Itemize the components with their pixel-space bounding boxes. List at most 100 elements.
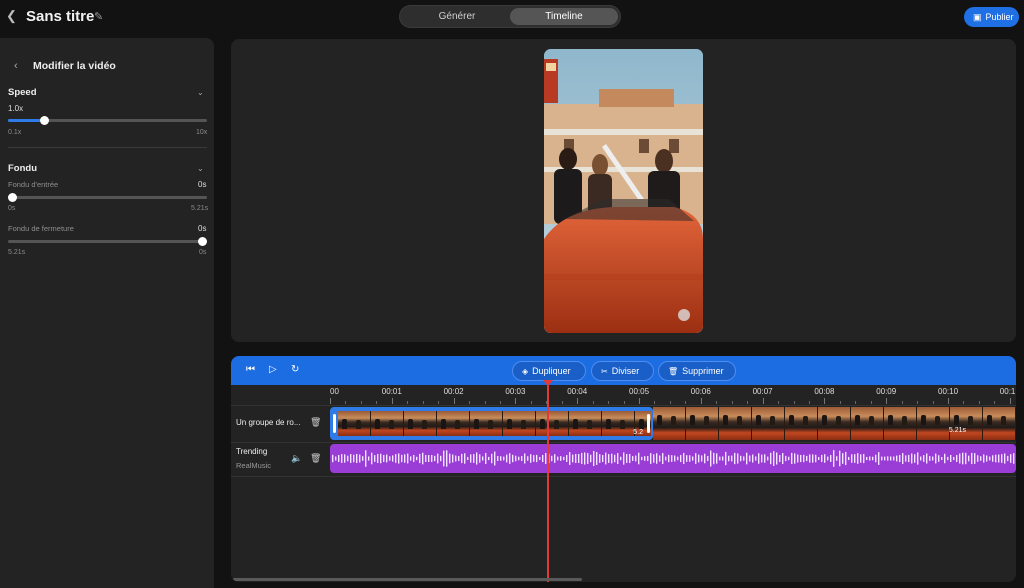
waveform-bar [821, 454, 823, 463]
video-track[interactable]: 5.2 5.21s [330, 407, 1016, 440]
waveform-bar [650, 453, 652, 464]
chevron-down-icon[interactable]: ⌄ [197, 164, 204, 173]
loop-icon[interactable]: ↻ [291, 364, 299, 375]
waveform-bar [542, 454, 544, 463]
waveform-bar [854, 454, 856, 463]
clip-thumbnail [536, 411, 569, 436]
waveform-bar [602, 455, 604, 462]
waveform-bar [608, 454, 610, 463]
ruler-tick [669, 401, 671, 404]
skip-back-icon[interactable]: ⏮ [246, 364, 255, 375]
duplicate-button[interactable]: ◈ Dupliquer [512, 361, 586, 381]
timeline-scrollbar[interactable] [233, 578, 582, 581]
fade-in-slider[interactable] [8, 193, 207, 202]
trim-handle-right[interactable] [647, 414, 650, 433]
waveform-bar [857, 453, 859, 464]
project-title[interactable]: Sans titre [26, 8, 94, 25]
clip-thumbnail [470, 411, 503, 436]
waveform-bar [734, 452, 736, 465]
waveform-bar [887, 456, 889, 461]
divider [8, 147, 207, 148]
waveform-bar [689, 455, 691, 462]
clip-thumbnail [818, 407, 851, 440]
back-arrow-icon[interactable]: ❮ [6, 9, 20, 23]
trim-handle-left[interactable] [333, 414, 336, 433]
waveform-bar [749, 455, 751, 462]
ruler-tick-label: 00:04 [567, 387, 588, 396]
waveform-bar [752, 454, 754, 463]
ruler-tick [793, 401, 795, 404]
fade-in-slider-handle[interactable] [8, 193, 17, 202]
waveform-bar [395, 454, 397, 463]
fade-out-value: 0s [198, 224, 207, 233]
speed-slider-handle[interactable] [40, 116, 50, 125]
waveform-bar [527, 456, 529, 461]
trash-icon[interactable]: 🗑 [310, 453, 321, 464]
fade-out-slider-handle[interactable] [198, 237, 207, 246]
playhead[interactable] [547, 382, 549, 582]
tab-timeline[interactable]: Timeline [510, 8, 618, 25]
waveform-bar [641, 456, 643, 461]
speed-section-title[interactable]: Speed [8, 87, 37, 98]
split-button[interactable]: ✂ Diviser [591, 361, 654, 381]
ruler-tick-label: 00:09 [876, 387, 897, 396]
waveform-bar [824, 454, 826, 463]
ruler-tick [963, 401, 965, 404]
waveform-bar [557, 456, 559, 461]
waveform-bar [782, 453, 784, 464]
waveform-bar [743, 456, 745, 461]
waveform-bar [521, 455, 523, 462]
play-icon[interactable]: ▷ [269, 364, 277, 375]
waveform-bar [998, 454, 1000, 463]
video-preview-area [231, 39, 1016, 342]
ruler-tick [855, 401, 857, 404]
trash-icon[interactable]: 🗑 [310, 417, 321, 428]
ruler-tick-label: 00 [330, 387, 339, 396]
waveform-bar [1004, 453, 1006, 464]
panel-back-icon[interactable]: ‹ [14, 60, 18, 72]
waveform-bar [350, 454, 352, 463]
video-clip-selected[interactable]: 5.2 [330, 407, 653, 440]
waveform-bar [878, 452, 880, 465]
video-clip[interactable]: 5.21s [653, 407, 1016, 440]
ruler-tick-label: 00:03 [505, 387, 526, 396]
waveform-bar [599, 454, 601, 463]
ruler-tick [932, 401, 934, 404]
waveform-bar [989, 456, 991, 461]
time-ruler[interactable]: 00 00:01 00:02 00:03 00:04 00:05 00:06 00:07 00:… [330, 385, 1016, 405]
waveform-bar [656, 453, 658, 464]
edit-video-panel: ‹ Modifier la vidéo Speed ⌄ 1.0x 0.1x 10… [0, 38, 214, 588]
waveform-bar [953, 456, 955, 461]
delete-button[interactable]: 🗑 Supprimer [658, 361, 736, 381]
speed-slider[interactable] [8, 116, 207, 125]
fade-section-title[interactable]: Fondu [8, 163, 37, 174]
waveform-bar [563, 456, 565, 461]
clip-thumbnail [983, 407, 1016, 440]
ruler-tick [391, 398, 393, 404]
waveform-bar [719, 456, 721, 461]
ruler-tick [731, 401, 733, 404]
waveform-bar [800, 454, 802, 463]
waveform-bar [746, 452, 748, 465]
video-frame-image [544, 49, 703, 333]
waveform-bar [866, 456, 868, 461]
fade-out-slider[interactable] [8, 237, 207, 246]
chevron-down-icon[interactable]: ⌄ [197, 88, 204, 97]
tab-generate[interactable]: Générer [403, 8, 511, 25]
waveform-bar [971, 452, 973, 465]
publish-button[interactable]: ▣ Publier [964, 7, 1019, 27]
waveform-bar [434, 455, 436, 462]
video-preview[interactable] [544, 49, 703, 333]
fade-in-min-label: 0s [8, 205, 16, 212]
pencil-icon[interactable]: ✎ [94, 10, 103, 23]
waveform-bar [908, 454, 910, 463]
waveform-bar [473, 454, 475, 463]
waveform-bar [812, 454, 814, 463]
waveform-bar [446, 450, 448, 467]
volume-icon[interactable]: 🔈 [291, 453, 302, 464]
waveform-bar [590, 454, 592, 463]
clip-thumbnail [371, 411, 404, 436]
waveform-bar [809, 454, 811, 463]
audio-clip[interactable] [330, 444, 1016, 473]
ruler-tick [360, 401, 362, 404]
